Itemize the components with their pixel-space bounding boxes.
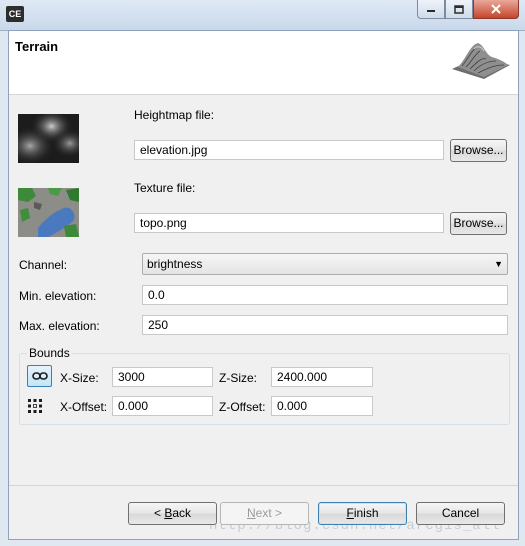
close-icon (491, 4, 501, 14)
bounds-group-title: Bounds (27, 346, 72, 360)
x-size-label: X-Size: (60, 371, 99, 385)
bounds-group (19, 353, 510, 425)
maximize-icon (454, 4, 464, 14)
next-rest: ext > (255, 506, 283, 520)
finish-button[interactable]: Finish (318, 502, 407, 525)
heightmap-file-input[interactable]: elevation.jpg (134, 140, 444, 160)
chevron-down-icon: ▼ (494, 259, 503, 269)
min-elevation-label: Min. elevation: (19, 289, 97, 303)
finish-rest: inish (353, 506, 379, 520)
back-button[interactable]: < Back (128, 502, 217, 525)
heightmap-preview-image (18, 114, 79, 163)
wizard-header: Terrain (9, 31, 518, 95)
link-aspect-toggle[interactable] (27, 365, 52, 387)
finish-mnemonic: F (346, 506, 354, 520)
chain-link-icon (31, 372, 48, 380)
min-elevation-input[interactable]: 0.0 (142, 285, 508, 305)
page-title: Terrain (15, 39, 59, 54)
close-button[interactable] (473, 0, 519, 19)
z-size-label: Z-Size: (219, 371, 258, 385)
texture-browse-button[interactable]: Browse... (450, 212, 507, 235)
z-offset-label: Z-Offset: (219, 400, 266, 414)
minimize-button[interactable] (417, 0, 445, 19)
heightmap-label: Heightmap file: (134, 108, 215, 122)
app-icon: CE (6, 6, 24, 22)
back-rest: ack (172, 506, 192, 520)
footer-separator (9, 485, 518, 486)
cancel-button[interactable]: Cancel (416, 502, 505, 525)
texture-label: Texture file: (134, 181, 196, 195)
max-elevation-input[interactable]: 250 (142, 315, 508, 335)
next-button[interactable]: Next > (220, 502, 309, 525)
z-size-input[interactable]: 2400.000 (271, 367, 373, 387)
next-mnemonic: N (246, 506, 256, 520)
z-offset-input[interactable]: 0.000 (271, 396, 373, 416)
max-elevation-label: Max. elevation: (19, 319, 100, 333)
window-titlebar: CE (0, 0, 525, 31)
back-prefix: < (153, 506, 165, 520)
x-offset-input[interactable]: 0.000 (112, 396, 213, 416)
texture-file-input[interactable]: topo.png (134, 213, 444, 233)
window-controls (417, 0, 519, 20)
terrain-banner-icon (452, 43, 510, 79)
anchor-grid-icon[interactable] (27, 398, 43, 414)
heightmap-browse-button[interactable]: Browse... (450, 139, 507, 162)
channel-selected-value: brightness (147, 257, 203, 271)
maximize-button[interactable] (445, 0, 473, 19)
x-size-input[interactable]: 3000 (112, 367, 213, 387)
channel-label: Channel: (19, 258, 68, 272)
minimize-icon (427, 10, 435, 12)
x-offset-label: X-Offset: (60, 400, 108, 414)
texture-preview-image (18, 188, 79, 237)
dialog-client: Terrain Heightmap file: elevation.jpg Br… (8, 30, 519, 540)
channel-select[interactable]: brightness ▼ (142, 253, 508, 275)
